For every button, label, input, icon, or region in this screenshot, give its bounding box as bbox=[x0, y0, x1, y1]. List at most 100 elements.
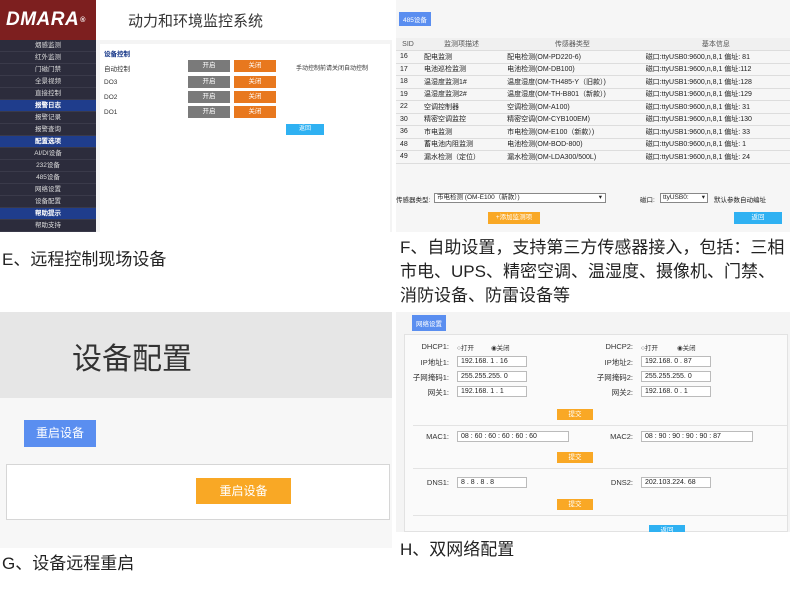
cell-info: 磁口:ttyUSB1:9600,n,8,1 偏址:112 bbox=[641, 63, 790, 76]
enable-button[interactable]: 开启 bbox=[188, 60, 230, 72]
table-row[interactable]: 18 温湿度监测1# 温度湿度(OM-TH485-Y（旧款）) 磁口:ttyUSB1:… bbox=[396, 75, 790, 89]
control-row-do3: DO3 开启 关闭 bbox=[100, 76, 390, 90]
dns1-field[interactable]: 8 . 8 . 8 . 8 bbox=[457, 477, 527, 488]
mac1-field[interactable]: 08 : 60 : 60 : 60 : 60 : 60 bbox=[457, 431, 569, 442]
submit-mac-button[interactable]: 提交 bbox=[557, 452, 593, 463]
reboot-confirm-button[interactable]: 重启设备 bbox=[196, 478, 291, 504]
sidebar-item[interactable]: 网络设置 bbox=[0, 184, 96, 196]
dhcp2-open-radio[interactable]: ○打开 bbox=[641, 342, 658, 352]
enable-button[interactable]: 开启 bbox=[188, 91, 230, 103]
network-form: DHCP1: ○打开 ◉关闭 DHCP2: ○打开 ◉关闭 IP地址1: 192… bbox=[404, 334, 788, 532]
cell-info: 磁口:ttyUSB1:9600,n,8,1 偏址: 33 bbox=[641, 125, 790, 139]
cell-sid: 48 bbox=[396, 138, 420, 151]
device-control-area: 设备控制 自动控制 开启 关闭 手动控制前请关闭自动控制 DO3 开启 关闭 D… bbox=[100, 44, 390, 232]
sidebar-item[interactable]: 帮助支持 bbox=[0, 220, 96, 232]
table-row[interactable]: 16 配电监测 配电检测(OM-PD220-6) 磁口:ttyUSB0:9600,n,… bbox=[396, 50, 790, 64]
cell-type: 电池检测(OM-BOD-800) bbox=[503, 138, 642, 151]
sidebar-item[interactable]: 报警记录 bbox=[0, 112, 96, 124]
enable-button[interactable]: 开启 bbox=[188, 106, 230, 118]
enable-button[interactable]: 开启 bbox=[188, 76, 230, 88]
reboot-button[interactable]: 重启设备 bbox=[24, 420, 96, 447]
sensor-table: SID 监测项描述 传感器类型 基本信息 16 配电监测 配电检测(OM-PD220… bbox=[396, 38, 790, 164]
dhcp2-close-radio[interactable]: ◉关闭 bbox=[677, 342, 696, 352]
sidebar-item[interactable]: 232设备 bbox=[0, 160, 96, 172]
app-title: 动力和环境监控系统 bbox=[128, 13, 264, 30]
caption-e: E、远程控制现场设备 bbox=[2, 250, 167, 269]
cell-info: 磁口:ttyUSB0:9600,n,8,1 偏址: 1 bbox=[641, 138, 790, 151]
return-button[interactable]: 返回 bbox=[734, 212, 782, 224]
return-button[interactable]: 返回 bbox=[286, 124, 324, 135]
cell-type: 配电检测(OM-PD220-6) bbox=[503, 50, 642, 64]
auto-address-text: 默认参数自动编址 bbox=[714, 197, 766, 204]
disable-button[interactable]: 关闭 bbox=[234, 106, 276, 118]
port-select[interactable]: ttyUSB0: ▾ bbox=[660, 193, 708, 203]
device-config-panel: 设备配置 重启设备 重启设备 bbox=[0, 312, 392, 548]
ip2-field[interactable]: 192.168. 0 . 87 bbox=[641, 356, 711, 367]
submit-dns-button[interactable]: 提交 bbox=[557, 499, 593, 510]
cell-sid: 30 bbox=[396, 113, 420, 126]
table-row[interactable]: 17 电池巡检监测 电池检测(OM-DB100) 磁口:ttyUSB1:9600,n,… bbox=[396, 63, 790, 76]
sidebar-section-header[interactable]: 配置选项 bbox=[0, 136, 96, 148]
app-titlebar: 动力和环境监控系统 bbox=[96, 0, 392, 40]
mac2-field[interactable]: 08 : 90 : 90 : 90 : 90 : 87 bbox=[641, 431, 753, 442]
table-row[interactable]: 30 精密空调监控 精密空调(OM-CYB100EM) 磁口:ttyUSB1:9600… bbox=[396, 113, 790, 126]
table-row[interactable]: 22 空调控制器 空调检测(OM-A100) 磁口:ttyUSB0:9600,n,8,… bbox=[396, 100, 790, 114]
gateway1-label: 网关1: bbox=[427, 388, 449, 397]
ip1-field[interactable]: 192.168. 1 . 16 bbox=[457, 356, 527, 367]
mask1-field[interactable]: 255.255.255. 0 bbox=[457, 371, 527, 382]
caption-f: F、自助设置，支持第三方传感器接入，包括：三相市电、UPS、精密空调、温湿度、摄… bbox=[400, 238, 785, 305]
cell-desc: 蓄电池内阻监测 bbox=[420, 138, 504, 151]
add-sensor-button[interactable]: +添加监测项 bbox=[488, 212, 540, 224]
dhcp1-close-radio[interactable]: ◉关闭 bbox=[491, 342, 510, 352]
sensor-type-select[interactable]: 市电检测 (OM-E100（新款）) ▾ bbox=[434, 193, 606, 203]
table-row[interactable]: 49 漏水检测（定位） 漏水检测(OM-LDA300/500L) 磁口:ttyUSB1… bbox=[396, 150, 790, 164]
cell-type: 空调检测(OM-A100) bbox=[503, 100, 642, 114]
hint-text: 手动控制前请关闭自动控制 bbox=[296, 66, 369, 72]
table-row[interactable]: 36 市电监测 市电检测(OM-E100（新款）) 磁口:ttyUSB1:9600,n… bbox=[396, 125, 790, 139]
sidebar-item[interactable]: 烟感监测 bbox=[0, 40, 96, 52]
sidebar-item[interactable]: 全景视频 bbox=[0, 76, 96, 88]
sidebar-item[interactable]: 红外监测 bbox=[0, 52, 96, 64]
panel-tab[interactable]: 485设备 bbox=[399, 12, 431, 26]
port-label: 磁口: bbox=[640, 197, 655, 204]
caption-g: G、设备远程重启 bbox=[2, 554, 135, 573]
sidebar-item[interactable]: AI/DI设备 bbox=[0, 148, 96, 160]
dns1-label: DNS1: bbox=[426, 478, 449, 487]
cell-desc: 空调控制器 bbox=[420, 100, 504, 114]
divider bbox=[413, 425, 787, 426]
cell-desc: 漏水检测（定位） bbox=[420, 150, 504, 164]
brand-logo: DMARA ® bbox=[0, 0, 96, 40]
sidebar-item[interactable]: 报警查询 bbox=[0, 124, 96, 136]
table-row[interactable]: 48 蓄电池内阻监测 电池检测(OM-BOD-800) 磁口:ttyUSB0:9600… bbox=[396, 138, 790, 151]
sidebar-item[interactable]: 485设备 bbox=[0, 172, 96, 184]
sidebar-item[interactable]: 门磁门禁 bbox=[0, 64, 96, 76]
return-button[interactable]: 返回 bbox=[649, 525, 685, 532]
disable-button[interactable]: 关闭 bbox=[234, 60, 276, 72]
section-title: 设备控制 bbox=[104, 51, 130, 58]
panel-tab[interactable]: 网络设置 bbox=[412, 315, 446, 331]
cell-desc: 温湿度监测2# bbox=[420, 88, 504, 101]
cell-info: 磁口:ttyUSB1:9600,n,8,1 偏址: 24 bbox=[641, 150, 790, 164]
submit-ip-button[interactable]: 提交 bbox=[557, 409, 593, 420]
cell-type: 市电检测(OM-E100（新款）) bbox=[503, 125, 642, 139]
table-row[interactable]: 19 温湿度监测2# 温度湿度(OM-TH-B801（新款）) 磁口:ttyUSB1:… bbox=[396, 88, 790, 101]
sidebar-item[interactable]: 直接控制 bbox=[0, 88, 96, 100]
dhcp1-open-radio[interactable]: ○打开 bbox=[457, 342, 474, 352]
sidebar-section-header[interactable]: 帮助提示 bbox=[0, 208, 96, 220]
control-row-auto: 自动控制 开启 关闭 手动控制前请关闭自动控制 bbox=[100, 60, 390, 74]
control-label: DO2 bbox=[104, 94, 118, 101]
dns2-field[interactable]: 202.103.224. 68 bbox=[641, 477, 711, 488]
gateway1-field[interactable]: 192.168. 1 . 1 bbox=[457, 386, 527, 397]
cell-sid: 16 bbox=[396, 50, 420, 64]
disable-button[interactable]: 关闭 bbox=[234, 76, 276, 88]
radio-label: 关闭 bbox=[682, 345, 696, 352]
cell-info: 磁口:ttyUSB1:9600,n,8,1 偏址:128 bbox=[641, 75, 790, 89]
sidebar-section-header[interactable]: 报警日志 bbox=[0, 100, 96, 112]
mask1-label: 子网掩码1: bbox=[412, 373, 449, 382]
config-header: 设备配置 bbox=[0, 312, 392, 398]
sidebar-item[interactable]: 设备配置 bbox=[0, 196, 96, 208]
disable-button[interactable]: 关闭 bbox=[234, 91, 276, 103]
gateway2-field[interactable]: 192.168. 0 . 1 bbox=[641, 386, 711, 397]
chevron-down-icon: ▾ bbox=[598, 194, 602, 201]
mask2-field[interactable]: 255.255.255. 0 bbox=[641, 371, 711, 382]
